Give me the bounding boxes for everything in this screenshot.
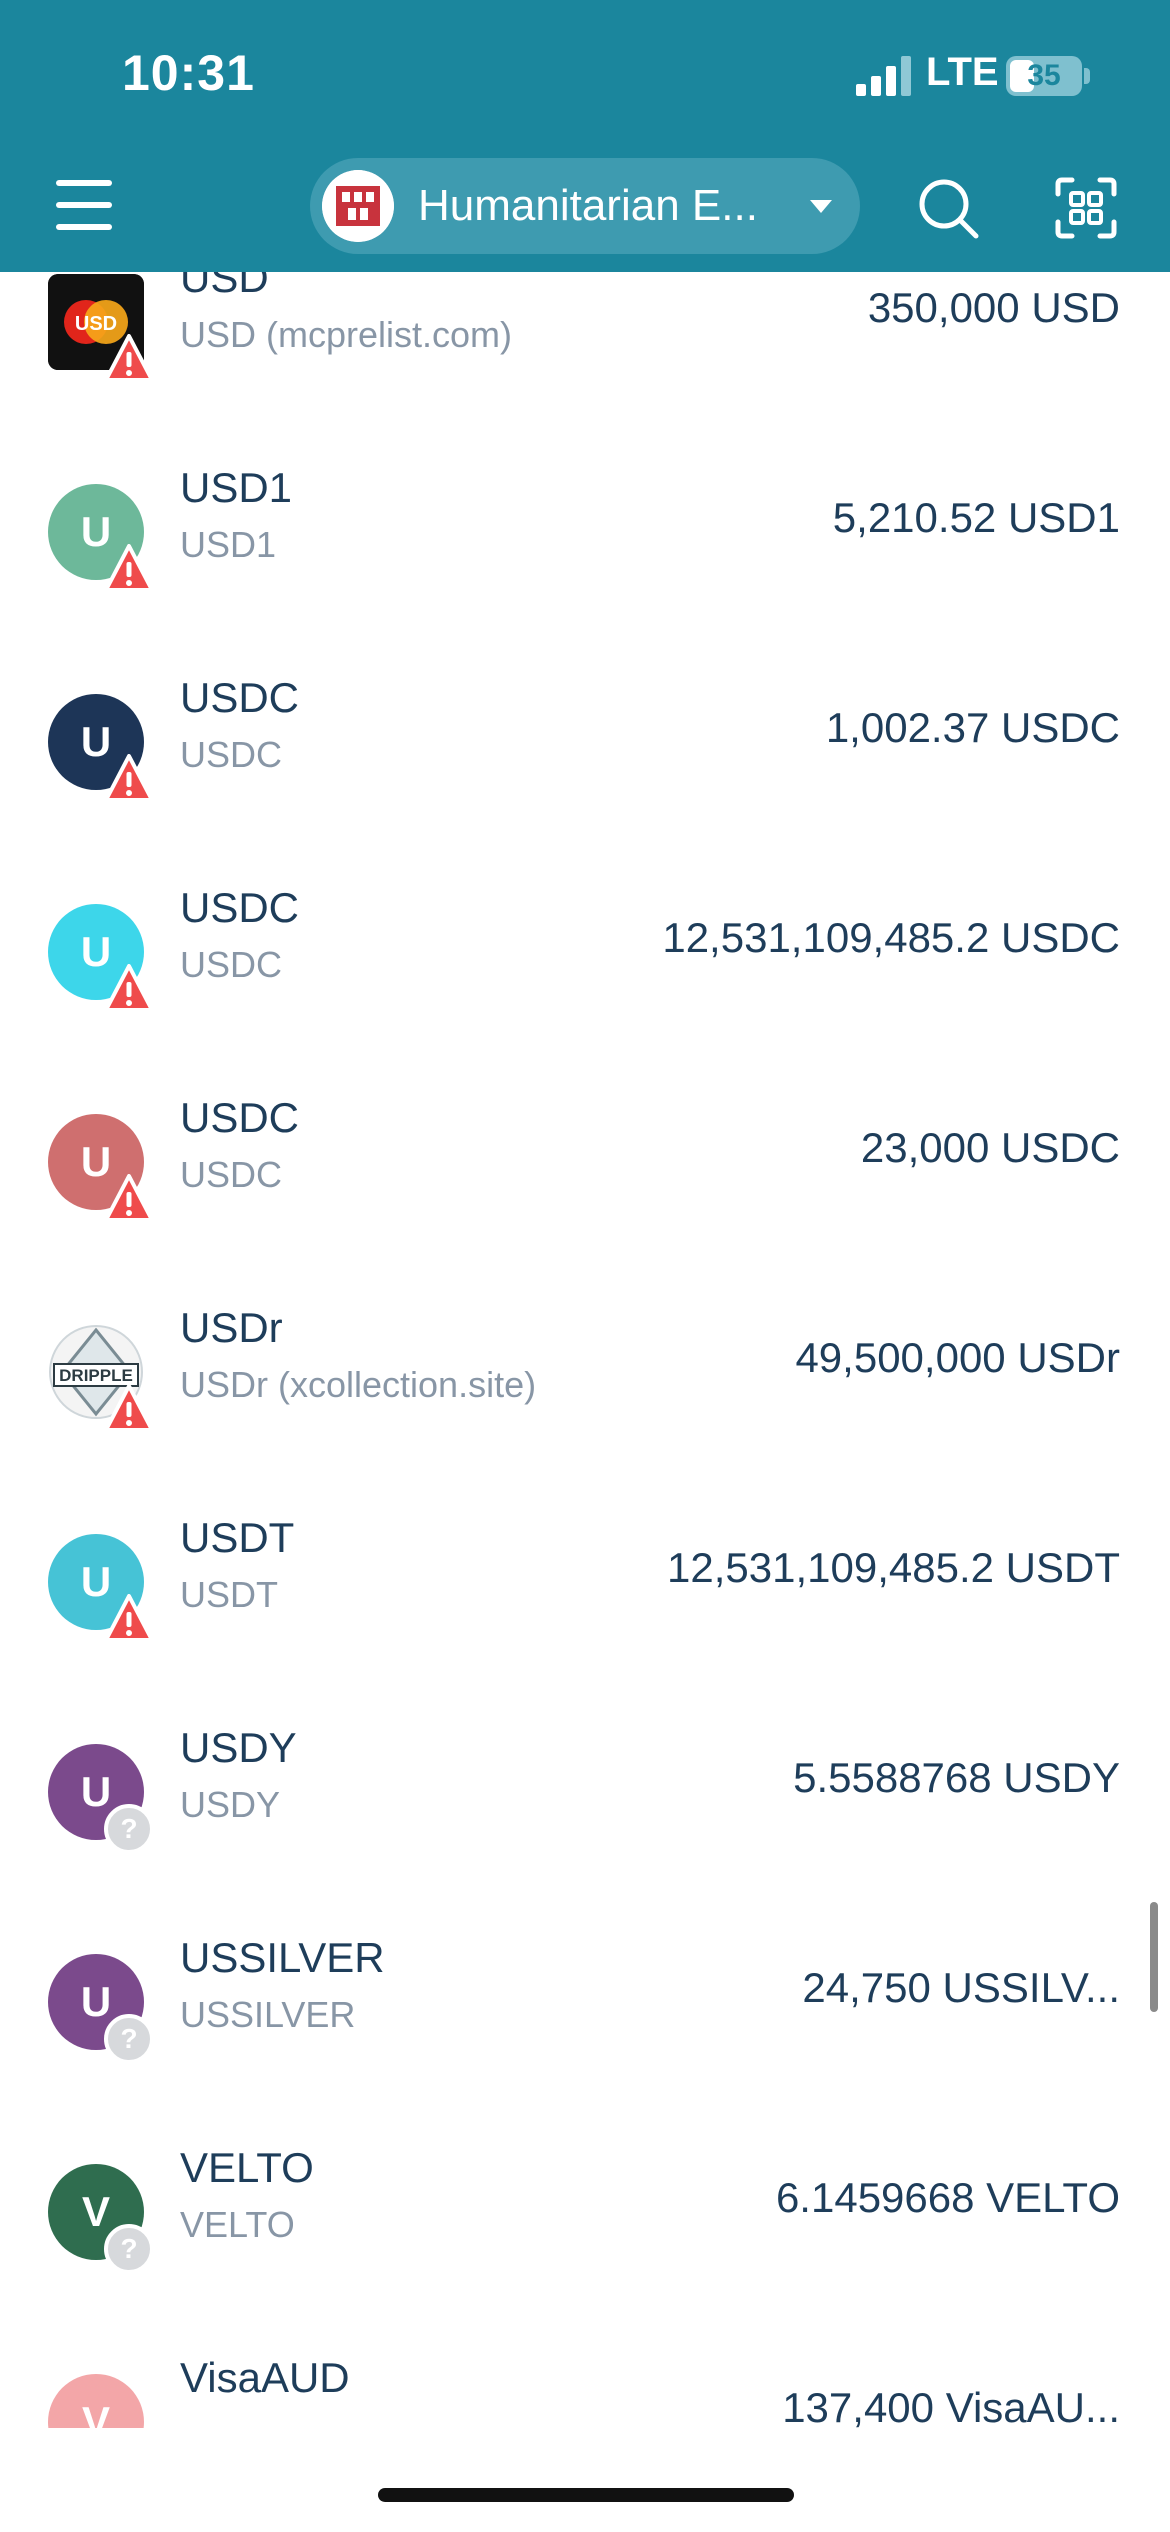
token-subtitle: USDC [180, 944, 283, 985]
token-row[interactable]: U USDC USDC 23,000 USDC [0, 1094, 1170, 1304]
warning-icon [104, 1594, 154, 1642]
token-row[interactable]: U? USSILVER USSILVER 24,750 USSILV... [0, 1934, 1170, 2144]
token-name: VisaAUD [180, 2354, 350, 2401]
token-subtitle: USD1 [180, 524, 277, 565]
token-subtitle: USDY [180, 1784, 281, 1825]
token-row[interactable]: U USD1 USD1 5,210.52 USD1 [0, 464, 1170, 674]
cellular-signal-icon [856, 56, 911, 96]
token-balance: 5,210.52 USD1 [832, 494, 1120, 541]
token-row[interactable]: U USDC USDC 1,002.37 USDC [0, 674, 1170, 884]
token-balance: 12,531,109,485.2 USDC [662, 914, 1120, 961]
chevron-down-icon [810, 200, 832, 213]
token-balance: 23,000 USDC [860, 1124, 1120, 1171]
svg-text:DRIPPLE: DRIPPLE [59, 1366, 133, 1385]
battery-nub [1084, 68, 1090, 84]
token-balance: 12,531,109,485.2 USDT [667, 1544, 1120, 1591]
wallet-name: Humanitarian E... [418, 181, 758, 230]
token-name: USSILVER [180, 1934, 385, 1981]
token-name: USDY [180, 1724, 297, 1771]
wallet-logo-icon [322, 170, 394, 242]
token-name: USDC [180, 1094, 300, 1141]
token-list[interactable]: USD USD USD (mcprelist.com) 350,000 USD U USD… [0, 272, 1170, 2428]
wallet-selector[interactable]: Humanitarian E... [310, 158, 860, 254]
token-subtitle: USDC [180, 734, 283, 775]
svg-text:?: ? [120, 2023, 137, 2054]
token-row[interactable]: DRIPPLE USDr USDr (xcollection.site) 49,500… [0, 1304, 1170, 1514]
token-name: USDC [180, 674, 300, 721]
token-subtitle: USSILVER [180, 1994, 356, 2035]
token-balance: 350,000 USD [867, 284, 1120, 331]
token-name: VELTO [180, 2144, 314, 2191]
battery-icon: 35 [1006, 56, 1082, 96]
qr-scan-icon[interactable] [1054, 176, 1118, 240]
status-time: 10:31 [122, 45, 255, 101]
battery-percent: 35 [1027, 59, 1061, 92]
token-row[interactable]: V VisaAUD 137,400 VisaAU... [0, 2354, 1170, 2428]
warning-icon [104, 964, 154, 1012]
token-name: USD1 [180, 464, 293, 511]
menu-icon[interactable] [56, 180, 112, 230]
warning-icon [104, 334, 154, 382]
question-mark-icon: ? [104, 1804, 154, 1854]
question-mark-icon: ? [104, 2014, 154, 2064]
warning-icon [104, 1174, 154, 1222]
home-indicator[interactable] [378, 2488, 794, 2502]
token-avatar: V [48, 2374, 144, 2428]
question-mark-icon: ? [104, 2224, 154, 2274]
network-label: LTE [926, 50, 999, 94]
token-subtitle: USDr (xcollection.site) [180, 1364, 537, 1405]
token-subtitle: VELTO [180, 2204, 295, 2245]
token-name: USDC [180, 884, 300, 931]
token-row[interactable]: USD USD USD (mcprelist.com) 350,000 USD [0, 272, 1170, 464]
token-name: USDr [180, 1304, 283, 1351]
warning-icon [104, 544, 154, 592]
token-name: USDT [180, 1514, 295, 1561]
token-row[interactable]: U? USDY USDY 5.5588768 USDY [0, 1724, 1170, 1934]
token-balance: 6.1459668 VELTO [775, 2174, 1120, 2221]
token-subtitle: USD (mcprelist.com) [180, 314, 513, 355]
token-balance: 24,750 USSILV... [802, 1964, 1120, 2011]
svg-text:USD: USD [75, 313, 117, 335]
warning-icon [104, 754, 154, 802]
token-balance: 1,002.37 USDC [825, 704, 1120, 751]
scrollbar[interactable] [1150, 1902, 1158, 2012]
token-name: USD [180, 272, 269, 301]
token-balance: 5.5588768 USDY [793, 1754, 1120, 1801]
token-row[interactable]: U USDC USDC 12,531,109,485.2 USDC [0, 884, 1170, 1094]
app-header: 10:31 LTE 35 Humanitarian E... [0, 0, 1170, 272]
token-row[interactable]: V? VELTO VELTO 6.1459668 VELTO [0, 2144, 1170, 2354]
warning-icon [104, 1384, 154, 1432]
search-icon[interactable] [916, 176, 980, 240]
svg-text:?: ? [120, 1813, 137, 1844]
svg-text:?: ? [120, 2233, 137, 2264]
token-row[interactable]: U USDT USDT 12,531,109,485.2 USDT [0, 1514, 1170, 1724]
token-balance: 49,500,000 USDr [795, 1334, 1120, 1381]
token-subtitle: USDT [180, 1574, 278, 1615]
token-subtitle: USDC [180, 1154, 283, 1195]
token-balance: 137,400 VisaAU... [782, 2384, 1120, 2428]
